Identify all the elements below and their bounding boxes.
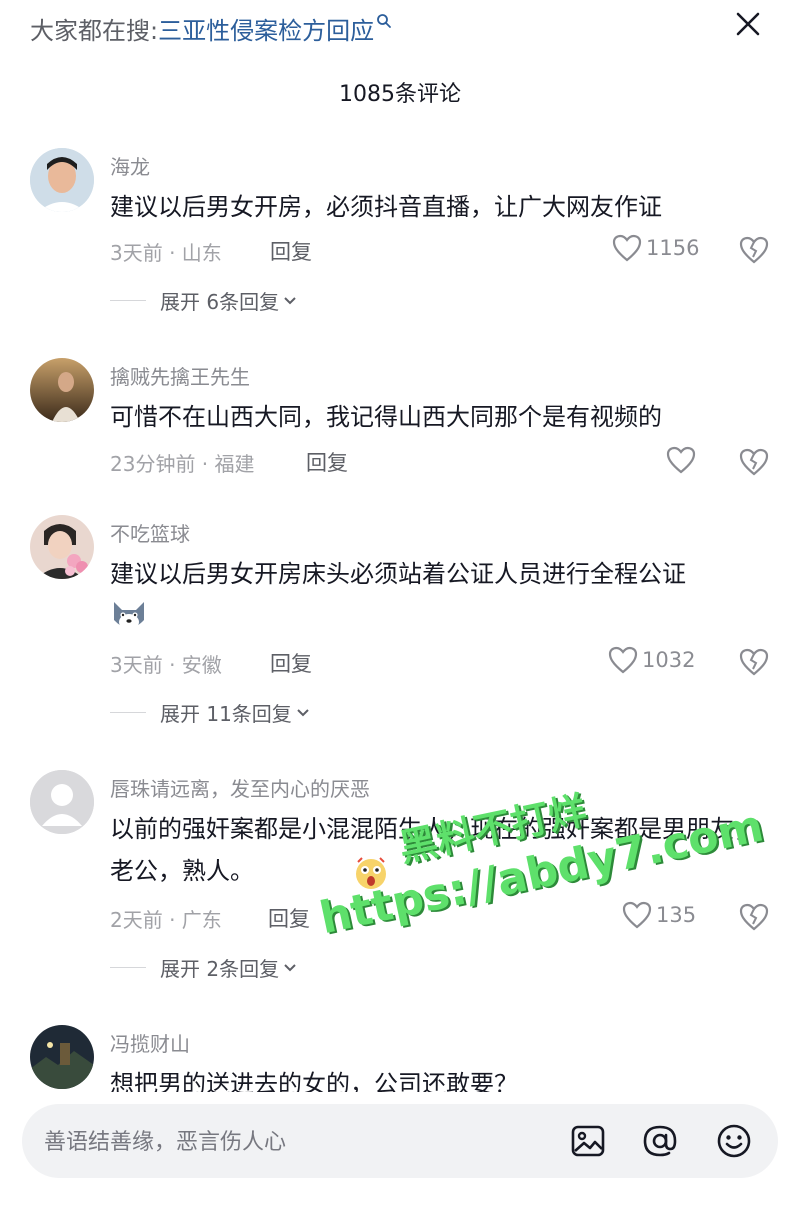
emoji-icon (717, 1124, 751, 1158)
comment-text: 想把男的送进去的女的，公司还敢要？ (110, 1070, 518, 1092)
comment-input-bar[interactable]: 善语结善缘，恶言伤人心 (22, 1104, 778, 1178)
image-icon (571, 1125, 605, 1157)
user-avatar[interactable] (30, 1025, 94, 1089)
comment-item: 冯揽财山 想把男的送进去的女的，公司还敢要？ (0, 0, 800, 1092)
comment-username[interactable]: 冯揽财山 (110, 1028, 190, 1057)
image-button[interactable] (568, 1121, 608, 1161)
comment-input-placeholder[interactable]: 善语结善缘，恶言伤人心 (44, 1124, 286, 1156)
emoji-button[interactable] (714, 1121, 754, 1161)
mention-button[interactable] (640, 1121, 680, 1161)
night-scene-avatar-icon (30, 1025, 94, 1089)
at-icon (643, 1125, 677, 1157)
